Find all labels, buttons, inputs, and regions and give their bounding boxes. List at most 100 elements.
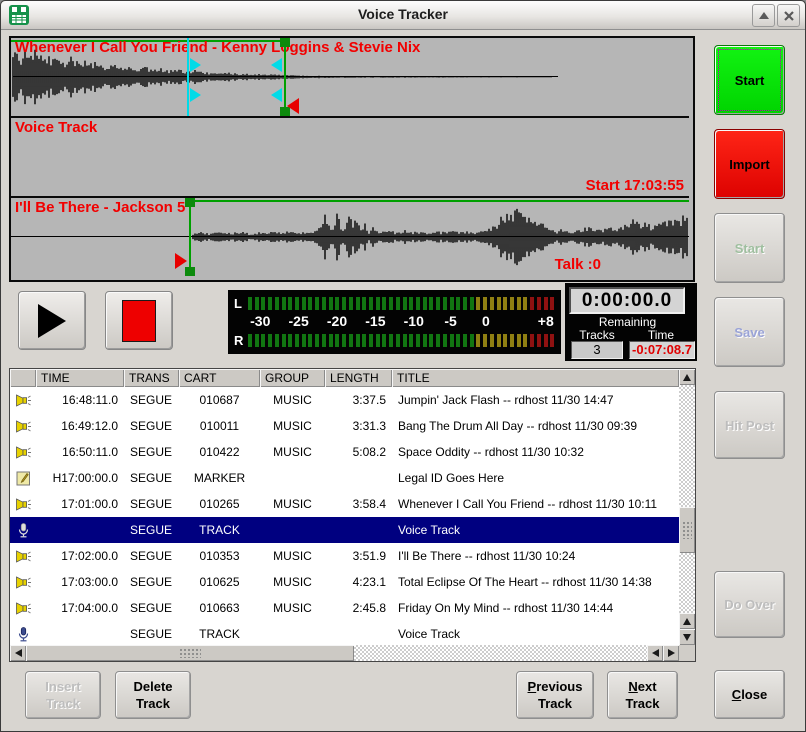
track2-start-time: Start 17:03:55 — [586, 177, 684, 194]
delete-track-button[interactable]: DeleteTrack — [115, 671, 191, 719]
cell-time: 17:04:00.0 — [36, 595, 124, 621]
cell-time — [36, 517, 124, 543]
log-row[interactable]: 17:01:00.0SEGUE010265MUSIC3:58.4Whenever… — [10, 491, 679, 517]
meter-segment — [362, 334, 366, 347]
close-button[interactable]: Close — [714, 670, 785, 719]
cell-group: MUSIC — [260, 595, 325, 621]
speaker-icon — [15, 418, 32, 435]
column-header-title[interactable]: TITLE — [392, 369, 679, 387]
scroll-down-button[interactable] — [679, 629, 695, 645]
column-header-cart[interactable]: CART — [179, 369, 260, 387]
cell-group — [260, 621, 325, 645]
meter-segment — [349, 334, 353, 347]
meter-right-segments — [248, 334, 555, 347]
track1-segue-marker-line[interactable] — [284, 38, 286, 116]
log-row[interactable]: 16:49:12.0SEGUE010011MUSIC3:31.3Bang The… — [10, 413, 679, 439]
vertical-scrollbar-track[interactable] — [679, 385, 695, 613]
meter-segment — [261, 334, 265, 347]
track1-start-pointer[interactable] — [287, 98, 299, 114]
cell-title: Jumpin' Jack Flash -- rdhost 11/30 14:47 — [392, 387, 679, 413]
track1-end-handle-bottom[interactable] — [271, 88, 282, 102]
horizontal-scrollbar[interactable] — [10, 645, 679, 661]
log-row[interactable]: 16:48:11.0SEGUE010687MUSIC3:37.5Jumpin' … — [10, 387, 679, 413]
track1-talk-marker-line[interactable] — [187, 38, 189, 116]
meter-segment — [275, 334, 279, 347]
meter-segment — [342, 334, 346, 347]
log-row[interactable]: H17:00:00.0SEGUEMARKERLegal ID Goes Here — [10, 465, 679, 491]
track1-end-handle-top[interactable] — [271, 58, 282, 72]
meter-segment — [503, 334, 507, 347]
meter-segment — [530, 297, 534, 310]
horizontal-scrollbar-track[interactable] — [354, 645, 647, 661]
log-row[interactable]: 16:50:11.0SEGUE010422MUSIC5:08.2Space Od… — [10, 439, 679, 465]
log-row[interactable]: 17:02:00.0SEGUE010353MUSIC3:51.9I'll Be … — [10, 543, 679, 569]
start-record-button[interactable]: Start — [714, 45, 785, 115]
import-button[interactable]: Import — [714, 129, 785, 199]
scroll-left-button-2[interactable] — [647, 645, 663, 661]
cell-length — [325, 621, 392, 645]
speaker-icon — [15, 392, 32, 409]
scroll-right-button[interactable] — [663, 645, 679, 661]
meter-segment — [429, 334, 433, 347]
log-row[interactable]: 17:03:00.0SEGUE010625MUSIC4:23.1Total Ec… — [10, 569, 679, 595]
column-header-length[interactable]: LENGTH — [325, 369, 392, 387]
meter-segment — [302, 297, 306, 310]
titlebar: Voice Tracker — [1, 1, 805, 30]
row-icon — [10, 387, 36, 413]
column-header-time[interactable]: TIME — [36, 369, 124, 387]
cell-title: Total Eclipse Of The Heart -- rdhost 11/… — [392, 569, 679, 595]
track3-start-pointer[interactable] — [175, 253, 187, 269]
cell-title: Space Oddity -- rdhost 11/30 10:32 — [392, 439, 679, 465]
track1-talk-handle-bottom[interactable] — [190, 88, 201, 102]
meter-segment — [450, 334, 454, 347]
column-header-group[interactable]: GROUP — [260, 369, 325, 387]
cell-group: MUSIC — [260, 387, 325, 413]
log-row[interactable]: 17:04:00.0SEGUE010663MUSIC2:45.8Friday O… — [10, 595, 679, 621]
track1-segue-handle-top[interactable] — [280, 38, 290, 47]
elapsed-time-display: 0:00:00.0 — [569, 287, 685, 314]
meter-segment — [510, 297, 514, 310]
meter-segment — [503, 297, 507, 310]
track3-start-handle-top[interactable] — [185, 198, 195, 207]
column-header-trans[interactable]: TRANS — [124, 369, 179, 387]
next-track-button[interactable]: NextTrack — [607, 671, 678, 719]
meter-segment — [463, 297, 467, 310]
meter-scale-label: -5 — [444, 313, 456, 329]
log-row[interactable]: SEGUETRACKVoice Track — [10, 517, 679, 543]
scroll-up-button[interactable] — [679, 369, 695, 385]
cell-cart: TRACK — [179, 517, 260, 543]
cell-length: 5:08.2 — [325, 439, 392, 465]
meter-segment — [476, 297, 480, 310]
meter-segment — [490, 297, 494, 310]
vertical-scrollbar-thumb[interactable] — [679, 507, 695, 553]
cell-time: 16:48:11.0 — [36, 387, 124, 413]
speaker-icon — [15, 548, 32, 565]
meter-segment — [362, 297, 366, 310]
stop-button[interactable] — [105, 291, 173, 350]
track3-talk-label: Talk :0 — [555, 256, 601, 273]
speaker-icon — [15, 444, 32, 461]
scroll-up-button-2[interactable] — [679, 613, 695, 629]
vertical-scrollbar[interactable] — [679, 369, 695, 645]
track-region-3[interactable]: I'll Be There - Jackson 5 Talk :0 — [11, 196, 689, 276]
log-row[interactable]: SEGUETRACKVoice Track — [10, 621, 679, 645]
meter-segment — [315, 297, 319, 310]
track3-start-marker-line[interactable] — [189, 198, 191, 276]
cell-trans: SEGUE — [124, 595, 179, 621]
shade-button[interactable] — [752, 4, 775, 27]
track-region-2[interactable]: Voice Track Start 17:03:55 — [11, 116, 689, 196]
play-button[interactable] — [18, 291, 86, 350]
close-window-button[interactable] — [777, 4, 800, 27]
cell-trans: SEGUE — [124, 491, 179, 517]
column-header-icon[interactable] — [10, 369, 36, 387]
track-region-1[interactable]: Whenever I Call You Friend - Kenny Loggi… — [11, 38, 689, 116]
arrow-up-icon — [683, 618, 691, 625]
track1-talk-handle-top[interactable] — [190, 58, 201, 72]
horizontal-scrollbar-thumb[interactable] — [26, 645, 354, 661]
meter-scale-label: 0 — [482, 313, 490, 329]
cell-length — [325, 517, 392, 543]
cell-cart: 010422 — [179, 439, 260, 465]
previous-track-button[interactable]: PreviousTrack — [516, 671, 594, 719]
scroll-left-button[interactable] — [10, 645, 26, 661]
arrow-down-icon — [683, 634, 691, 641]
